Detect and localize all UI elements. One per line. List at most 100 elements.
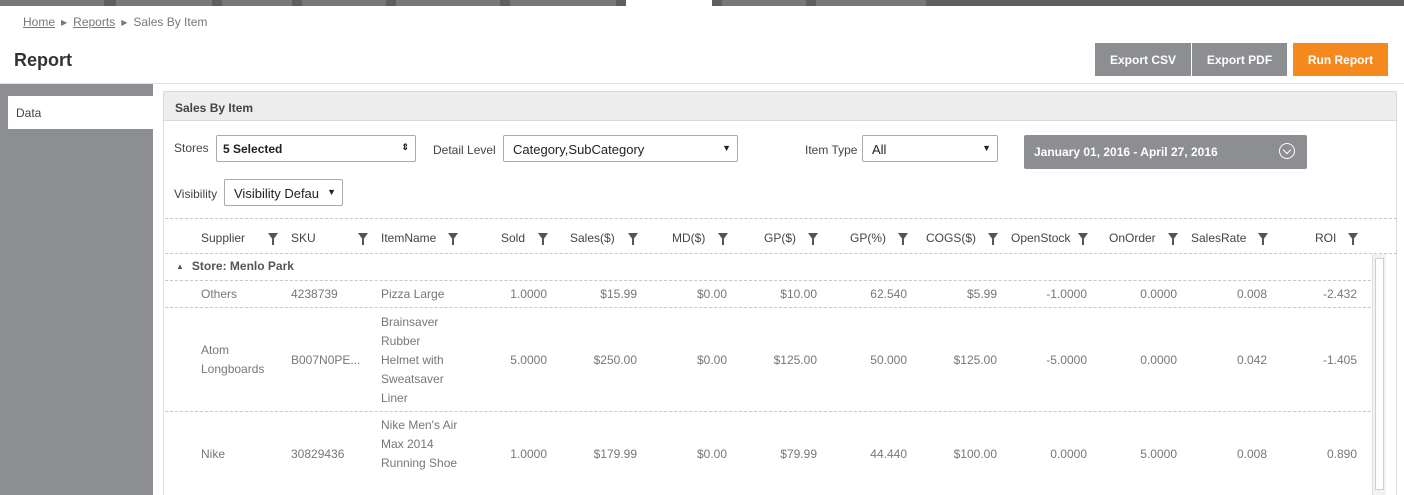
cell-sales: $250.00 [593, 353, 637, 367]
breadcrumb-current: Sales By Item [133, 15, 208, 29]
cell-gp-percent: 50.000 [870, 353, 907, 367]
top-nav-tab[interactable] [510, 0, 616, 6]
filter-icon[interactable] [268, 233, 278, 245]
top-nav-tab[interactable] [222, 0, 292, 6]
filter-icon[interactable] [898, 233, 908, 245]
cell-gp-percent: 44.440 [870, 447, 907, 461]
col-header-onorder[interactable]: OnOrder [1109, 231, 1156, 245]
cell-sales: $179.99 [593, 447, 637, 461]
row-divider [165, 307, 1371, 308]
col-header-openstock[interactable]: OpenStock [1011, 231, 1070, 245]
table-scrollbar[interactable] [1372, 254, 1386, 495]
page-title: Report [14, 50, 72, 70]
cell-roi: -1.405 [1322, 353, 1357, 367]
cell-cogs: $100.00 [953, 447, 997, 461]
top-nav-tab[interactable] [396, 0, 500, 6]
col-header-cogs[interactable]: COGS($) [926, 231, 976, 245]
col-header-supplier[interactable]: Supplier [201, 231, 245, 245]
cell-roi: 0.890 [1326, 447, 1357, 461]
cell-openstock: 0.0000 [1050, 447, 1087, 461]
top-nav-tab[interactable] [722, 0, 806, 6]
run-report-button[interactable]: Run Report [1293, 43, 1388, 76]
stores-select[interactable]: 5 Selected ⇕ [216, 135, 416, 162]
filter-icon[interactable] [718, 233, 728, 245]
breadcrumb-reports[interactable]: Reports [73, 15, 115, 29]
cell-itemname: Nike Men's Air Max 2014 Running Shoe [381, 418, 458, 470]
filter-icon[interactable] [988, 233, 998, 245]
item-type-value: All [872, 142, 887, 157]
col-header-sku[interactable]: SKU [291, 231, 316, 245]
col-header-roi[interactable]: ROI [1315, 231, 1336, 245]
cell-onorder: 5.0000 [1140, 447, 1177, 461]
top-nav-tab[interactable] [816, 0, 926, 6]
stores-label: Stores [174, 141, 209, 155]
top-nav-tab[interactable] [302, 0, 386, 6]
scrollbar-thumb[interactable] [1375, 258, 1384, 490]
cell-gp: $79.99 [780, 447, 817, 461]
filter-icon[interactable] [628, 233, 638, 245]
detail-level-label: Detail Level [433, 143, 496, 157]
cell-supplier: Atom Longboards [201, 343, 265, 376]
cell-sku: 4238739 [291, 287, 338, 301]
chevron-down-circle-icon [1279, 143, 1295, 159]
cell-sales: $15.99 [600, 287, 637, 301]
visibility-select[interactable]: Visibility Defau ▼ [224, 179, 343, 206]
chevron-down-icon: ▼ [982, 143, 991, 153]
export-csv-button[interactable]: Export CSV [1095, 43, 1191, 76]
filter-icon[interactable] [358, 233, 368, 245]
breadcrumb: Home ▶ Reports ▶ Sales By Item [23, 15, 207, 29]
cell-cogs: $125.00 [953, 353, 997, 367]
cell-sku: B007N0PE... [291, 353, 361, 367]
breadcrumb-separator-icon: ▶ [61, 18, 68, 27]
col-header-md[interactable]: MD($) [672, 231, 705, 245]
filter-icon[interactable] [808, 233, 818, 245]
cell-openstock: -5.0000 [1046, 353, 1087, 367]
cell-md: $0.00 [696, 447, 727, 461]
cell-gp: $10.00 [780, 287, 817, 301]
sidebar [0, 84, 153, 495]
filter-icon[interactable] [1258, 233, 1268, 245]
col-header-gp[interactable]: GP($) [764, 231, 796, 245]
visibility-label: Visibility [174, 187, 218, 201]
filter-icon[interactable] [1078, 233, 1088, 245]
sidebar-tab-data[interactable]: Data [8, 96, 153, 129]
breadcrumb-home[interactable]: Home [23, 15, 55, 29]
item-type-select[interactable]: All ▼ [862, 135, 998, 162]
cell-sold: 1.0000 [510, 447, 547, 461]
filter-icon[interactable] [538, 233, 548, 245]
cell-onorder: 0.0000 [1140, 353, 1177, 367]
date-range-button[interactable]: January 01, 2016 - April 27, 2016 [1024, 135, 1307, 169]
top-nav-tab[interactable] [0, 0, 104, 6]
group-label: Store: Menlo Park [191, 259, 294, 273]
filter-icon[interactable] [1168, 233, 1178, 245]
cell-roi: -2.432 [1322, 287, 1357, 301]
top-nav-tab-active[interactable] [626, 0, 712, 6]
stores-select-value: 5 Selected [223, 142, 283, 156]
detail-level-value: Category,SubCategory [513, 142, 645, 157]
row-divider [165, 411, 1371, 412]
cell-supplier: Others [201, 287, 238, 301]
cell-itemname: Brainsaver Rubber Helmet with Sweatsaver… [381, 315, 444, 405]
col-header-sold[interactable]: Sold [501, 231, 525, 245]
date-range-text: January 01, 2016 - April 27, 2016 [1034, 145, 1218, 159]
breadcrumb-separator-icon: ▶ [121, 18, 128, 27]
group-row-store[interactable]: ▲ Store: Menlo Park [176, 259, 294, 273]
filter-icon[interactable] [1348, 233, 1358, 245]
detail-level-select[interactable]: Category,SubCategory ▼ [503, 135, 738, 162]
export-pdf-button[interactable]: Export PDF [1192, 43, 1287, 76]
chevron-down-icon: ▼ [325, 187, 336, 197]
col-header-gp-percent[interactable]: GP(%) [850, 231, 886, 245]
cell-md: $0.00 [696, 353, 727, 367]
row-divider [165, 280, 1371, 281]
cell-sold: 5.0000 [510, 353, 547, 367]
collapse-triangle-icon: ▲ [176, 262, 184, 271]
filter-icon[interactable] [448, 233, 458, 245]
col-header-sales[interactable]: Sales($) [570, 231, 615, 245]
cell-salesrate: 0.008 [1236, 287, 1267, 301]
top-nav-tab[interactable] [116, 0, 212, 6]
col-header-itemname[interactable]: ItemName [381, 231, 436, 245]
chevron-down-icon: ▼ [722, 143, 731, 153]
panel-title: Sales By Item [163, 91, 1397, 121]
col-header-salesrate[interactable]: SalesRate [1191, 231, 1246, 245]
cell-itemname: Pizza Large [381, 287, 445, 301]
